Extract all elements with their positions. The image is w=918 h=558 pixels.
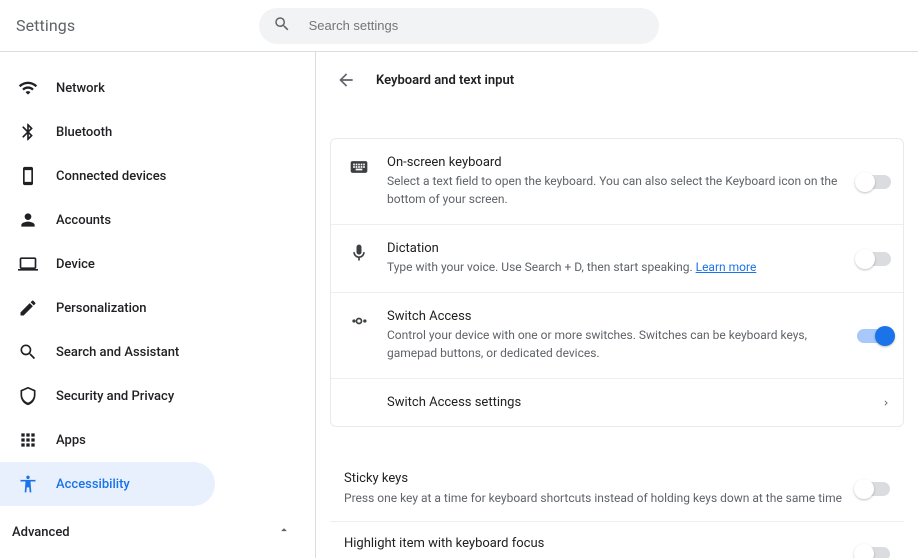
shield-icon [18, 386, 38, 406]
chevron-up-icon [277, 523, 291, 541]
sidebar: Network Bluetooth Connected devices Acco… [0, 52, 316, 558]
search-input[interactable] [309, 18, 645, 33]
setting-dictation: Dictation Type with your voice. Use Sear… [331, 225, 903, 293]
sidebar-item-label: Connected devices [56, 169, 166, 184]
setting-subtitle: Control your device with one or more swi… [387, 326, 845, 362]
sidebar-item-date-time[interactable]: Date and time [0, 552, 215, 558]
microphone-icon [349, 243, 369, 263]
wifi-icon [18, 78, 38, 98]
accessibility-icon [18, 474, 38, 494]
sidebar-item-label: Search and Assistant [56, 345, 179, 360]
primary-card: On-screen keyboard Select a text field t… [330, 138, 904, 427]
sidebar-item-label: Bluetooth [56, 125, 112, 140]
sidebar-item-accessibility[interactable]: Accessibility [0, 462, 215, 506]
setting-title: Dictation [387, 241, 845, 256]
setting-title: Switch Access [387, 309, 845, 324]
setting-switch-access-settings[interactable]: Switch Access settings [331, 379, 903, 426]
sidebar-item-search-assistant[interactable]: Search and Assistant [0, 330, 215, 374]
sidebar-item-personalization[interactable]: Personalization [0, 286, 215, 330]
toggle-switch-access[interactable] [857, 329, 891, 343]
setting-on-screen-keyboard: On-screen keyboard Select a text field t… [331, 139, 903, 225]
magnify-icon [18, 342, 38, 362]
setting-subtitle: Select a text field to open the keyboard… [387, 172, 845, 208]
bluetooth-icon [18, 122, 38, 142]
sidebar-item-label: Apps [56, 433, 86, 448]
back-button[interactable] [336, 70, 356, 90]
pencil-icon [18, 298, 38, 318]
setting-highlight-keyboard-focus: Highlight item with keyboard focus Item … [330, 522, 904, 558]
phone-icon [18, 166, 38, 186]
setting-switch-access: Switch Access Control your device with o… [331, 293, 903, 379]
sidebar-item-network[interactable]: Network [0, 66, 215, 110]
search-icon [273, 15, 291, 37]
toggle-on-screen-keyboard[interactable] [857, 175, 891, 189]
toggle-dictation[interactable] [857, 252, 891, 266]
chevron-right-icon [881, 398, 891, 408]
person-icon [18, 210, 38, 230]
advanced-label: Advanced [12, 525, 70, 540]
sidebar-item-security-privacy[interactable]: Security and Privacy [0, 374, 215, 418]
sidebar-item-label: Network [56, 81, 105, 96]
sidebar-item-connected-devices[interactable]: Connected devices [0, 154, 215, 198]
setting-title: Highlight item with keyboard focus [344, 536, 844, 551]
switch-access-icon [349, 311, 369, 331]
setting-title: On-screen keyboard [387, 155, 845, 170]
setting-subtitle: Press one key at a time for keyboard sho… [344, 490, 844, 507]
sidebar-item-label: Device [56, 257, 95, 272]
advanced-toggle[interactable]: Advanced [0, 512, 315, 552]
setting-sticky-keys: Sticky keys Press one key at a time for … [330, 457, 904, 522]
search-box[interactable] [259, 8, 659, 44]
setting-title: Sticky keys [344, 471, 844, 486]
sidebar-item-label: Personalization [56, 301, 147, 316]
page-title: Keyboard and text input [376, 73, 514, 88]
setting-title: Switch Access settings [387, 395, 869, 410]
sidebar-item-apps[interactable]: Apps [0, 418, 215, 462]
content-panel: Keyboard and text input On-screen keyboa… [316, 52, 918, 558]
sidebar-item-device[interactable]: Device [0, 242, 215, 286]
toggle-highlight-keyboard-focus[interactable] [856, 547, 890, 558]
laptop-icon [18, 254, 38, 274]
apps-grid-icon [18, 430, 38, 450]
sidebar-item-label: Accessibility [56, 477, 130, 492]
learn-more-link[interactable]: Learn more [696, 260, 757, 274]
keyboard-icon [349, 157, 369, 177]
sidebar-item-label: Accounts [56, 213, 111, 228]
setting-subtitle: Type with your voice. Use Search + D, th… [387, 258, 845, 276]
sidebar-item-label: Security and Privacy [56, 389, 174, 404]
sidebar-item-accounts[interactable]: Accounts [0, 198, 215, 242]
app-title: Settings [16, 16, 75, 35]
toggle-sticky-keys[interactable] [856, 482, 890, 496]
sidebar-item-bluetooth[interactable]: Bluetooth [0, 110, 215, 154]
